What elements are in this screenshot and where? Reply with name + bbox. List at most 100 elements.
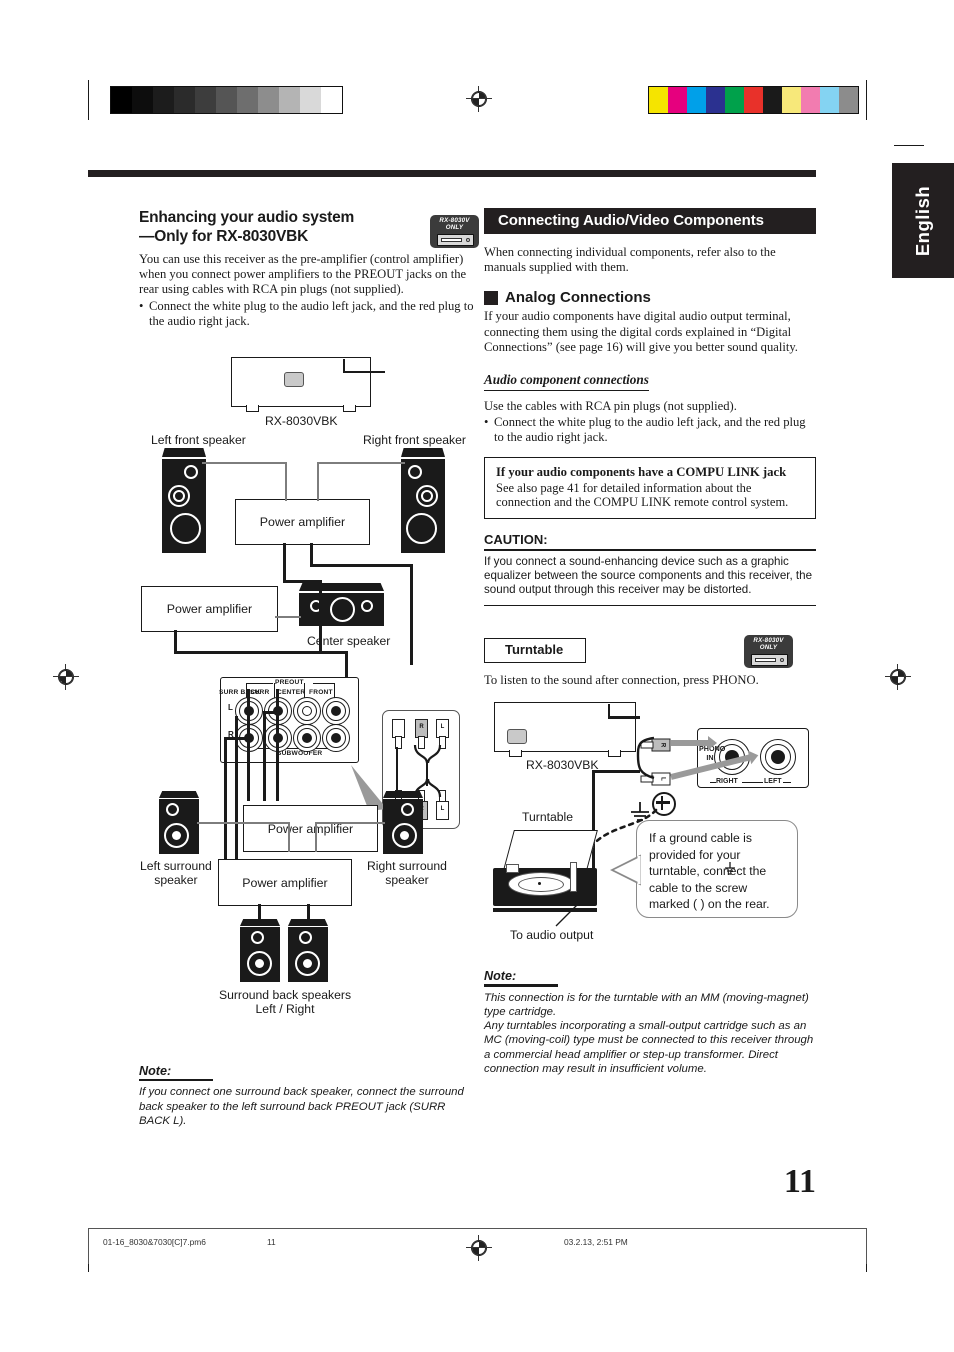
plug-label-right: R (419, 724, 424, 731)
color-swatch-8 (801, 87, 820, 113)
rx8030v-only-badge-left: RX-8030V ONLY (430, 215, 479, 248)
receiver-foot-left (509, 750, 522, 758)
power-amplifier-front: Power amplifier (235, 499, 370, 546)
wire-front-l-v2 (319, 580, 322, 654)
badge-model-label: RX-8030V (753, 637, 784, 645)
jack-front-r[interactable] (322, 724, 350, 753)
woofer-dot (255, 959, 264, 969)
tweeter (166, 803, 179, 817)
crop-mark-top-left (88, 80, 90, 120)
caution-rule-bottom (484, 604, 816, 607)
right-intro: When connecting individual components, r… (484, 245, 776, 275)
woofer-center (330, 597, 355, 623)
gray-swatch-1 (132, 87, 153, 113)
phono-in-jack-left[interactable] (760, 739, 796, 776)
phono-cable-trunk-h (592, 770, 640, 773)
tweeter (299, 931, 312, 945)
note-heading: Note: (484, 969, 517, 984)
badge-only-label: ONLY (445, 224, 464, 231)
badge-model-label: RX-8030V (439, 217, 470, 224)
wire-center (275, 616, 301, 619)
receiver-icon (751, 654, 788, 667)
jack-center[interactable] (293, 697, 321, 726)
color-swatch-9 (820, 87, 839, 113)
wire-front-l-v (283, 543, 286, 584)
color-swatch-1 (668, 87, 687, 113)
footer-bar-left (88, 1228, 90, 1264)
receiver-antenna-lead (343, 371, 385, 374)
gray-swatch-8 (279, 87, 300, 113)
jack-subwoofer[interactable] (293, 724, 321, 753)
note-rule (139, 1079, 213, 1082)
gray-swatch-9 (300, 87, 321, 113)
crop-mark-top-right (866, 80, 868, 120)
left-intro-paragraph: You can use this receiver as the pre-amp… (139, 252, 467, 297)
analog-connections-heading: Analog Connections (484, 289, 816, 306)
turntable-section-label: Turntable (505, 642, 564, 658)
left-front-speaker (162, 448, 206, 554)
preout-group-front: FRONT (309, 689, 333, 697)
tonearm (570, 862, 577, 893)
registration-mark-right (885, 664, 911, 690)
preout-title-rule-left (246, 683, 273, 685)
compu-link-box: If your audio components have a COMPU LI… (484, 456, 816, 519)
tweeter (184, 465, 198, 480)
receiver-foot-right (608, 750, 621, 758)
gray-swatch-0 (111, 87, 132, 113)
color-swatch-2 (687, 87, 706, 113)
list-item: Connect the white plug to the audio left… (484, 415, 816, 445)
tweeter-right (361, 600, 373, 613)
right-front-speaker-label: Right front speaker (363, 433, 466, 448)
list-item: Connect the white plug to the audio left… (139, 299, 474, 329)
woofer (170, 513, 201, 545)
callout-text: If a ground cable is provided for your t… (649, 831, 770, 912)
footer-rule (88, 1228, 867, 1230)
trim-mark-right (894, 145, 924, 147)
note-heading: Note: (139, 1064, 172, 1079)
color-calibration-bar (648, 86, 859, 114)
ground-cable-callout: If a ground cable is provided for your t… (636, 820, 798, 919)
cable-y-split-top (413, 745, 442, 764)
gray-swatch-3 (174, 87, 195, 113)
wire-surr-l (276, 689, 279, 802)
right-note-block: Note: This connection is for the turntab… (484, 969, 816, 1076)
right-bullet-list: Connect the white plug to the audio left… (484, 415, 816, 445)
wire-left-surround-v (288, 822, 291, 853)
tweeter (401, 803, 414, 817)
plug-label-right: R (659, 743, 666, 748)
registration-mark-bottom (466, 1235, 492, 1261)
receiver-antenna-lead (608, 716, 640, 719)
receiver-display (507, 729, 527, 745)
compu-link-title: If your audio components have a COMPU LI… (496, 464, 787, 479)
surround-back-speaker-left (240, 919, 280, 983)
left-column: Enhancing your audio system —Only for RX… (139, 208, 479, 1128)
midrange-inner (173, 490, 185, 503)
registration-mark-top (466, 86, 492, 112)
footer-timestamp: 03.2.13, 2:51 PM (564, 1237, 628, 1247)
color-swatch-4 (725, 87, 744, 113)
color-swatch-0 (649, 87, 668, 113)
callout-pointer (610, 854, 641, 886)
receiver-display (284, 372, 304, 388)
phono-underline-left-2 (783, 782, 791, 784)
caution-title: CAUTION: (484, 531, 548, 547)
preout-connection-diagram: RX-8030VBK Left front speaker Right fron… (139, 351, 474, 1066)
note-body: If you connect one surround back speaker… (139, 1086, 464, 1127)
phono-y-cable (636, 737, 655, 780)
footer-filename: 01-16_8030&7030[C]7.pm6 (103, 1237, 206, 1247)
turntable-control (506, 864, 519, 874)
plug-label-left: L (440, 806, 445, 813)
rx8030v-only-badge-right: RX-8030V ONLY (744, 635, 793, 669)
audio-output-leader (555, 901, 581, 927)
gray-swatch-4 (195, 87, 216, 113)
wire-center-amp-h (174, 651, 348, 655)
jack-front-l[interactable] (322, 697, 350, 726)
wire-right-surround-v (315, 822, 318, 853)
left-bullet-list: Connect the white plug to the audio left… (139, 299, 474, 329)
wire-right-front (317, 462, 405, 465)
color-swatch-7 (782, 87, 801, 113)
wire-left-surround (197, 822, 290, 825)
right-front-speaker (401, 448, 445, 554)
preout-group-surr: SURR (250, 689, 270, 697)
rca-plug-single-top (391, 719, 405, 750)
